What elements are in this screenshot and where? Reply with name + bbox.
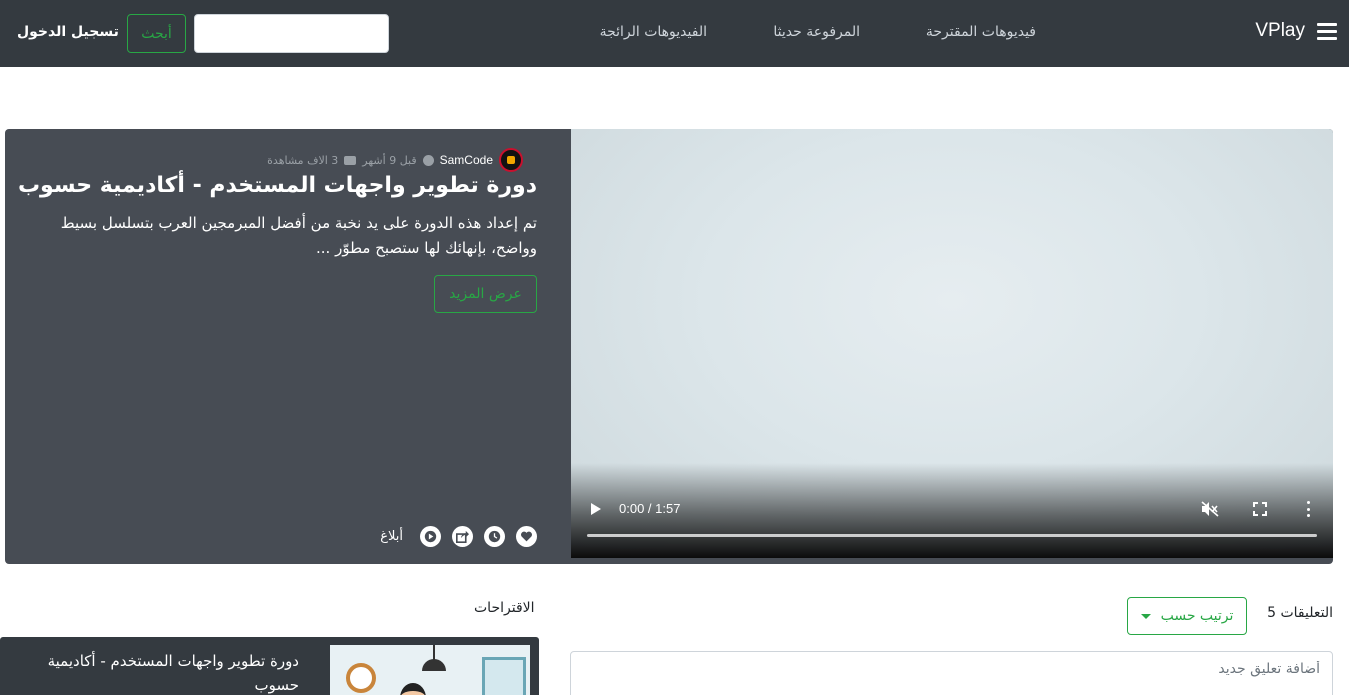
top-navbar: VPlay فيديوهات المقترحة المرفوعة حديثا ا… <box>0 0 1349 67</box>
person-illustration <box>400 683 426 695</box>
nav-link-trending[interactable]: الفيديوهات الرائجة <box>600 24 707 40</box>
time-display: 0:00 / 1:57 <box>619 501 681 516</box>
login-link[interactable]: تسجيل الدخول <box>17 24 119 40</box>
video-player[interactable]: 0:00 / 1:57 <box>571 129 1333 558</box>
fullscreen-icon[interactable] <box>1253 502 1267 516</box>
mute-icon[interactable] <box>1201 501 1219 517</box>
view-count: 3 الاف مشاهدة <box>267 153 339 167</box>
clock-icon[interactable] <box>484 526 505 547</box>
suggestion-thumbnail[interactable] <box>330 645 530 695</box>
comment-input[interactable] <box>571 652 1332 695</box>
play-icon[interactable] <box>591 503 601 515</box>
nav-link-recent[interactable]: المرفوعة حديثا <box>773 24 860 40</box>
video-card: 0:00 / 1:57 SamCode قبل 9 أشهر 3 الاف مش… <box>5 129 1333 564</box>
channel-avatar[interactable] <box>499 148 523 172</box>
suggestion-item[interactable]: دورة تطوير واجهات المستخدم - أكاديمية حس… <box>0 637 539 695</box>
share-icon[interactable] <box>452 526 473 547</box>
clock-illustration <box>346 663 376 693</box>
upload-time: قبل 9 أشهر <box>362 153 417 167</box>
search-input[interactable] <box>194 14 389 53</box>
window-illustration <box>482 657 526 695</box>
play-circle-icon[interactable] <box>420 526 441 547</box>
search-button[interactable]: أبحث <box>127 14 186 53</box>
more-options-icon[interactable] <box>1306 501 1310 517</box>
sort-label: ترتيب حسب <box>1160 608 1234 624</box>
views-icon <box>344 155 357 165</box>
show-more-button[interactable]: عرض المزيد <box>434 275 537 313</box>
video-description: تم إعداد هذه الدورة على يد نخبة من أفضل … <box>60 214 537 257</box>
heart-icon[interactable] <box>516 526 537 547</box>
suggestion-title[interactable]: دورة تطوير واجهات المستخدم - أكاديمية حس… <box>19 649 299 695</box>
suggestions-heading: الاقتراحات <box>474 600 535 616</box>
chevron-down-icon <box>1140 613 1151 619</box>
brand-logo-text[interactable]: VPlay <box>1255 20 1305 42</box>
video-info: SamCode قبل 9 أشهر 3 الاف مشاهدة دورة تط… <box>18 129 537 564</box>
sort-dropdown-button[interactable]: ترتيب حسب <box>1127 597 1247 635</box>
nav-link-suggested[interactable]: فيديوهات المقترحة <box>926 24 1036 40</box>
report-link[interactable]: أبلاغ <box>380 529 403 544</box>
progress-bar[interactable] <box>587 534 1317 537</box>
comments-count: التعليقات 5 <box>1267 605 1333 621</box>
video-meta: SamCode قبل 9 أشهر 3 الاف مشاهدة <box>267 148 537 172</box>
brand[interactable]: VPlay <box>1255 20 1337 42</box>
video-actions: أبلاغ <box>380 526 537 547</box>
video-title: دورة تطوير واجهات المستخدم - أكاديمية حس… <box>17 173 537 198</box>
comment-input-box[interactable] <box>570 651 1333 695</box>
upload-time-icon <box>422 154 434 166</box>
hamburger-menu-icon[interactable] <box>1317 22 1337 40</box>
channel-name[interactable]: SamCode <box>440 153 493 167</box>
lamp-illustration <box>422 659 446 671</box>
